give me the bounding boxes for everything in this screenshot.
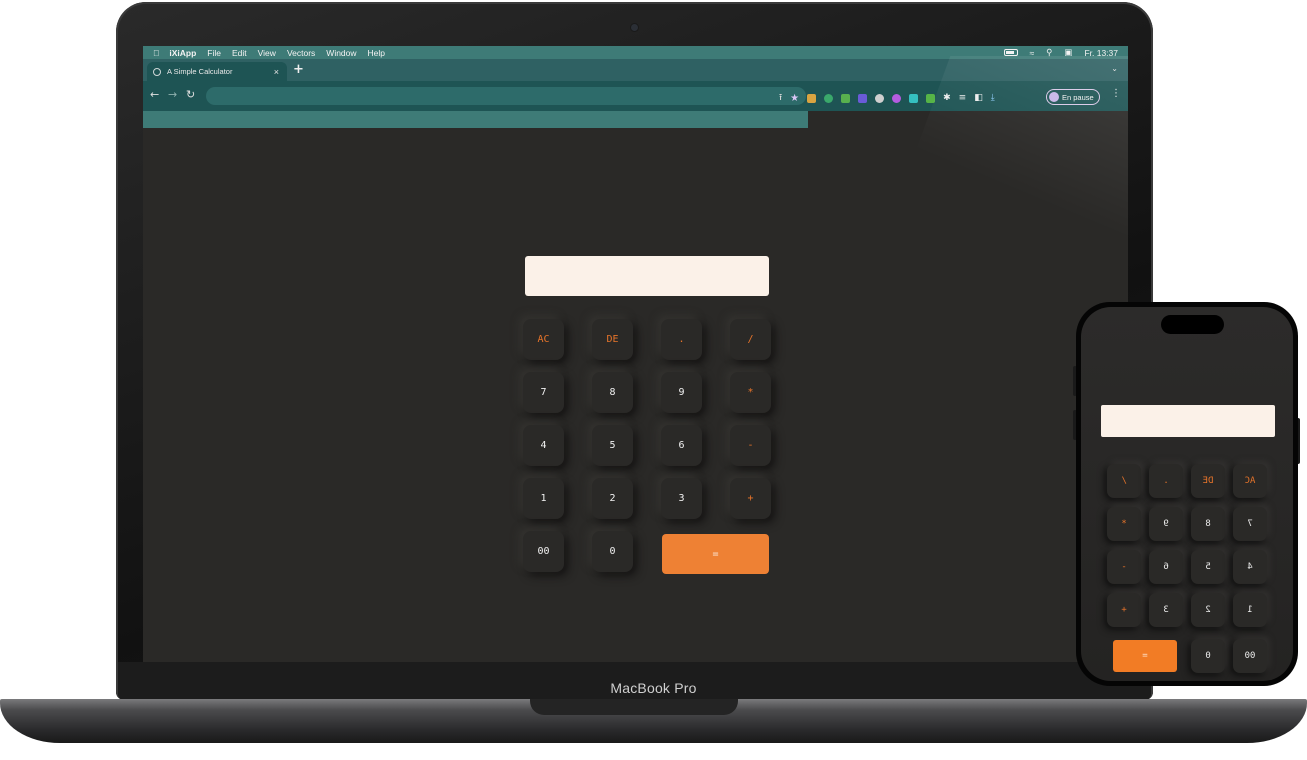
browser-tab-strip: A Simple Calculator × + ⌄ [143, 59, 1128, 81]
menu-edit[interactable]: Edit [232, 48, 247, 58]
extension-icon[interactable] [909, 93, 919, 103]
back-arrow-icon[interactable]: ← [150, 88, 159, 101]
macbook-hinge-notch [530, 699, 738, 715]
phone-key-8[interactable]: 8 [1191, 507, 1225, 541]
camera-icon [631, 24, 638, 31]
key-5[interactable]: 5 [592, 425, 633, 466]
side-panel-icon[interactable]: ◧ [974, 93, 983, 103]
wifi-icon[interactable]: ≈ [1030, 48, 1035, 58]
phone-key-divide[interactable]: / [1107, 464, 1141, 498]
more-menu-icon[interactable]: ⋮ [1111, 88, 1121, 99]
new-tab-button[interactable]: + [293, 62, 304, 77]
phone-key-4[interactable]: 4 [1233, 550, 1267, 584]
phone-key-2[interactable]: 2 [1191, 593, 1225, 627]
key-plus[interactable]: + [730, 478, 771, 519]
tab-title: A Simple Calculator [167, 67, 233, 76]
phone-key-6[interactable]: 6 [1149, 550, 1183, 584]
reading-list-icon[interactable]: ≡ [959, 93, 967, 103]
key-6[interactable]: 6 [661, 425, 702, 466]
menu-window[interactable]: Window [326, 48, 356, 58]
iphone-mockup: / . DE AC * 9 8 7 - 6 5 4 + 3 2 1 = 0 00 [1076, 302, 1298, 686]
phone-key-multiply[interactable]: * [1107, 507, 1141, 541]
extension-icon[interactable] [858, 93, 868, 103]
extension-icon[interactable] [892, 93, 902, 103]
extension-icon[interactable] [841, 93, 851, 103]
key-equals[interactable]: = [662, 534, 769, 574]
phone-key-0[interactable]: 0 [1191, 639, 1225, 673]
puzzle-extensions-icon[interactable]: ✱ [943, 93, 951, 103]
phone-key-00[interactable]: 00 [1233, 639, 1267, 673]
key-minus[interactable]: - [730, 425, 771, 466]
control-center-icon[interactable]: ▣ [1064, 47, 1072, 58]
key-divide[interactable]: / [730, 319, 771, 360]
phone-key-delete[interactable]: DE [1191, 464, 1225, 498]
forward-arrow-icon[interactable]: → [168, 88, 177, 101]
menu-help[interactable]: Help [368, 48, 385, 58]
phone-key-3[interactable]: 3 [1149, 593, 1183, 627]
dynamic-island [1161, 315, 1224, 334]
phone-key-equals[interactable]: = [1113, 640, 1177, 672]
avatar [1049, 92, 1059, 102]
globe-icon [153, 67, 161, 76]
key-2[interactable]: 2 [592, 478, 633, 519]
apple-logo-icon[interactable]:  [153, 48, 159, 58]
iphone-screen: / . DE AC * 9 8 7 - 6 5 4 + 3 2 1 = 0 00 [1081, 307, 1293, 681]
extension-icon[interactable] [807, 93, 817, 103]
key-7[interactable]: 7 [523, 372, 564, 413]
macbook-screen:  iXiApp File Edit View Vectors Window H… [143, 46, 1128, 662]
bookmark-star-icon[interactable]: ★ [790, 93, 799, 104]
close-tab-icon[interactable]: × [274, 67, 279, 77]
phone-key-5[interactable]: 5 [1191, 550, 1225, 584]
menu-app-name[interactable]: iXiApp [169, 48, 196, 58]
chevron-down-icon[interactable]: ⌄ [1111, 64, 1118, 73]
key-9[interactable]: 9 [661, 372, 702, 413]
phone-key-7[interactable]: 7 [1233, 507, 1267, 541]
phone-key-plus[interactable]: + [1107, 593, 1141, 627]
phone-key-9[interactable]: 9 [1149, 507, 1183, 541]
key-0[interactable]: 0 [592, 531, 633, 572]
profile-status-label: En pause [1062, 92, 1094, 102]
key-1[interactable]: 1 [523, 478, 564, 519]
key-8[interactable]: 8 [592, 372, 633, 413]
phone-key-decimal[interactable]: . [1149, 464, 1183, 498]
address-bar[interactable] [206, 87, 806, 105]
share-icon[interactable]: ⭱ [779, 90, 782, 106]
extension-icon[interactable] [824, 93, 834, 103]
menu-extras: ≈ ⚲ ▣ Fr. 13:37 [1003, 47, 1129, 58]
key-delete[interactable]: DE [592, 319, 633, 360]
key-4[interactable]: 4 [523, 425, 564, 466]
calculator-display [525, 256, 769, 296]
bookmarks-bar [143, 111, 808, 128]
tab-a-simple-calculator[interactable]: A Simple Calculator × [147, 62, 287, 81]
key-ac[interactable]: AC [523, 319, 564, 360]
reload-icon[interactable]: ↻ [186, 88, 195, 101]
macos-menu-bar:  iXiApp File Edit View Vectors Window H… [143, 46, 1128, 59]
key-00[interactable]: 00 [523, 531, 564, 572]
phone-calculator-display [1101, 405, 1275, 437]
battery-icon[interactable] [1003, 49, 1018, 56]
key-decimal[interactable]: . [661, 319, 702, 360]
browser-toolbar: ← → ↻ ⭱ ★ ✱ ≡ ◧ ⤓ En pause ⋮ [143, 81, 1128, 111]
extension-icon[interactable] [875, 93, 885, 103]
menu-vectors[interactable]: Vectors [287, 48, 315, 58]
spotlight-search-icon[interactable]: ⚲ [1046, 47, 1052, 58]
profile-button[interactable]: En pause [1046, 89, 1100, 105]
menu-view[interactable]: View [258, 48, 276, 58]
page-background [808, 111, 1128, 128]
extensions-area: ⭱ ★ ✱ ≡ ◧ ⤓ [779, 90, 995, 106]
phone-key-minus[interactable]: - [1107, 550, 1141, 584]
phone-key-ac[interactable]: AC [1233, 464, 1267, 498]
download-icon[interactable]: ⤓ [991, 93, 995, 103]
menu-clock[interactable]: Fr. 13:37 [1084, 48, 1118, 58]
key-3[interactable]: 3 [661, 478, 702, 519]
phone-key-1[interactable]: 1 [1233, 593, 1267, 627]
menu-file[interactable]: File [207, 48, 221, 58]
extension-icon[interactable] [926, 93, 936, 103]
key-multiply[interactable]: * [730, 372, 771, 413]
